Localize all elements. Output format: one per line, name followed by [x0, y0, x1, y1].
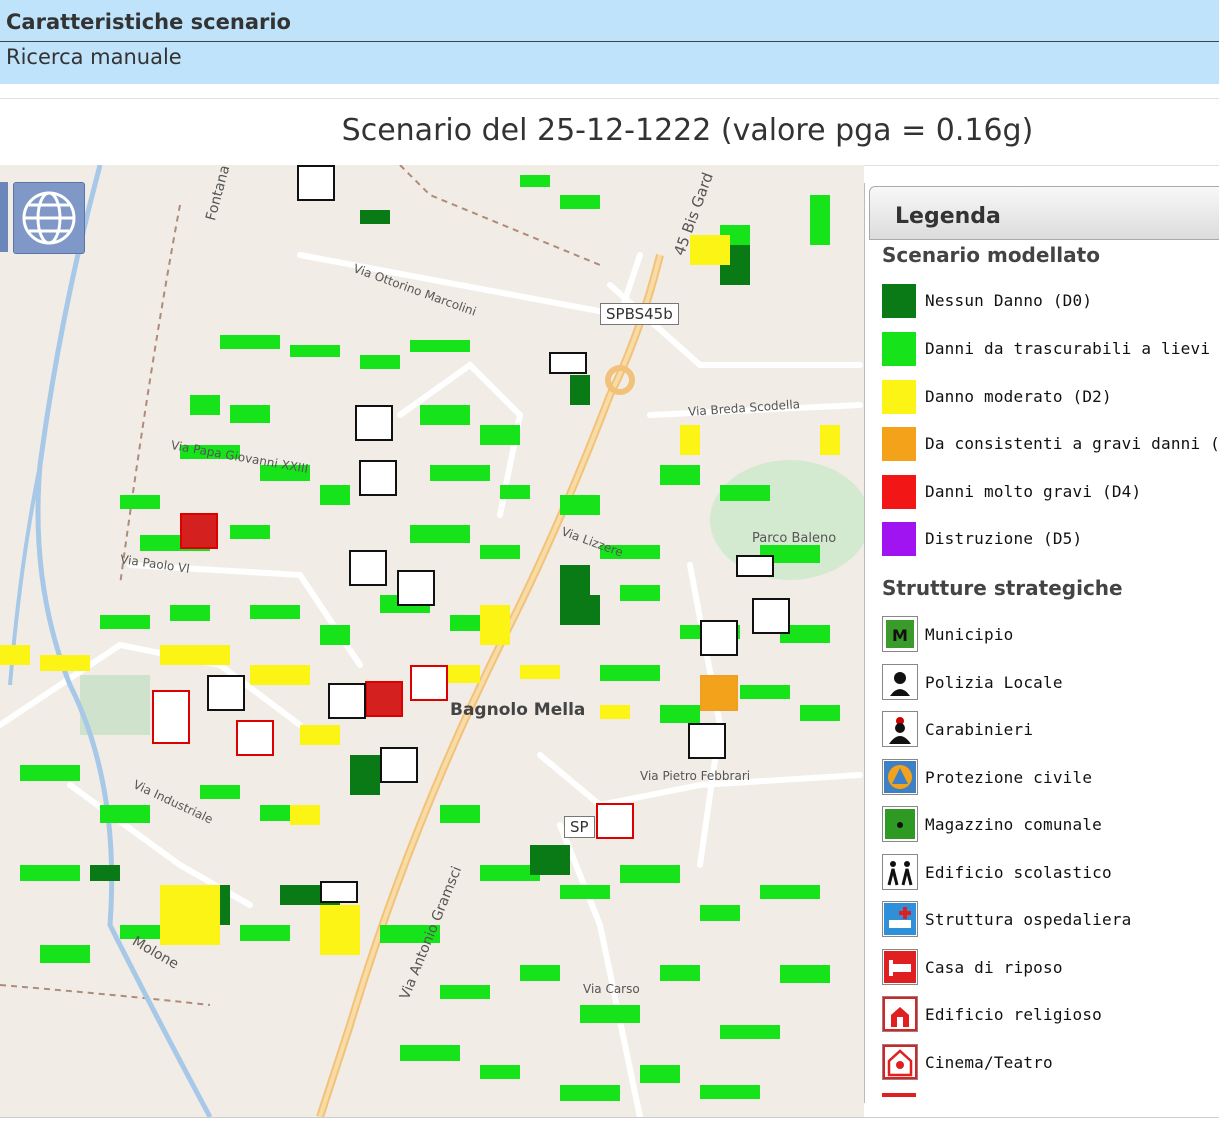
- chiesa-icon: [882, 996, 918, 1032]
- school-icon[interactable]: [700, 620, 738, 656]
- polizia-icon: [882, 664, 918, 700]
- school-icon[interactable]: [328, 683, 366, 719]
- warning-icon[interactable]: [410, 665, 448, 701]
- map-view[interactable]: Via Ottorino Marcolini Via Breda Scodell…: [0, 165, 864, 1117]
- legend-item-casa-riposo: Casa di riposo: [882, 949, 1212, 987]
- swatch-d2: [882, 380, 916, 414]
- legend-item-d4: Danni molto gravi (D4): [882, 473, 1212, 511]
- town-label: Bagnolo Mella: [450, 700, 586, 720]
- legend-item-carabinieri: Carabinieri: [882, 711, 1212, 749]
- magazzino-icon: [882, 806, 918, 842]
- road-badge: SP: [564, 816, 595, 838]
- scenario-title: Scenario del 25-12-1222 (valore pga = 0.…: [341, 113, 1034, 148]
- scuola-icon: [882, 854, 918, 890]
- manual-search-link[interactable]: Ricerca manuale: [6, 45, 182, 69]
- header-divider: [0, 41, 1219, 42]
- swatch-d1: [882, 332, 916, 366]
- casa-riposo-icon[interactable]: [180, 513, 218, 549]
- chiesa-icon[interactable]: [596, 803, 634, 839]
- scenario-bar: Scenario del 25-12-1222 (valore pga = 0.…: [0, 98, 1219, 166]
- swatch-d0: [882, 284, 916, 318]
- municipio-icon: M: [882, 616, 918, 652]
- legend-item-partial: [882, 1093, 916, 1097]
- legend-item-ospedale: Struttura ospedaliera: [882, 901, 1212, 939]
- legend-item-scuola: Edificio scolastico: [882, 854, 1212, 892]
- train-icon[interactable]: [380, 747, 418, 783]
- svg-text:M: M: [892, 626, 908, 645]
- street-label: Via Pietro Febbrari: [640, 769, 751, 783]
- school-icon[interactable]: [207, 675, 245, 711]
- legend-section-strutture: Strutture strategiche: [882, 576, 1123, 600]
- street-label: Via Carso: [583, 982, 640, 996]
- legend-item-d2: Danno moderato (D2): [882, 378, 1212, 416]
- tunnel-icon[interactable]: [320, 881, 358, 903]
- road-badge: SPBS45b: [600, 303, 679, 325]
- protezione-civile-icon: [882, 759, 918, 795]
- legend-item-d1: Danni da trascurabili a lievi (D1): [882, 330, 1219, 368]
- teatro-icon: [882, 1044, 918, 1080]
- globe-icon[interactable]: [13, 182, 85, 254]
- legend-item-chiesa: Edificio religioso: [882, 996, 1212, 1034]
- ospedale-icon: [882, 901, 918, 937]
- swatch-d4: [882, 475, 916, 509]
- legend-header[interactable]: Legenda: [869, 186, 1219, 240]
- swatch-d5: [882, 522, 916, 556]
- scenario-header: Caratteristiche scenario Ricerca manuale: [0, 0, 1219, 84]
- legend-item-teatro: Cinema/Teatro: [882, 1044, 1212, 1082]
- carabinieri-icon: [882, 711, 918, 747]
- layer-switch-tab[interactable]: [0, 182, 8, 252]
- school-icon[interactable]: [688, 723, 726, 759]
- teatro-icon[interactable]: [152, 690, 190, 744]
- legend-item-protezione: Protezione civile: [882, 759, 1212, 797]
- legend-item-d5: Distruzione (D5): [882, 520, 1212, 558]
- legend-title: Legenda: [895, 204, 1001, 229]
- header-title: Caratteristiche scenario: [6, 10, 291, 34]
- helicopter-icon[interactable]: [752, 598, 790, 634]
- chiesa-icon[interactable]: [365, 681, 403, 717]
- helicopter-icon[interactable]: [355, 405, 393, 441]
- school-icon[interactable]: [397, 570, 435, 606]
- legend-item-d0: Nessun Danno (D0): [882, 282, 1212, 320]
- legend-panel: Legenda Scenario modellato Nessun Danno …: [864, 183, 1219, 1103]
- legend-item-d3: Da consistenti a gravi danni (D3): [882, 425, 1219, 463]
- tunnel-icon[interactable]: [736, 555, 774, 577]
- helicopter-icon[interactable]: [297, 165, 335, 201]
- school-icon[interactable]: [359, 460, 397, 496]
- ospedale-icon[interactable]: [236, 720, 274, 756]
- municipio-icon[interactable]: [700, 675, 738, 711]
- carabinieri-icon[interactable]: [349, 550, 387, 586]
- legend-item-polizia: Polizia Locale: [882, 664, 1212, 702]
- legend-item-magazzino: Magazzino comunale: [882, 806, 1212, 844]
- legend-item-municipio: M Municipio: [882, 616, 1212, 654]
- street-label: Parco Baleno: [752, 531, 837, 546]
- swatch-d3: [882, 427, 916, 461]
- casa-riposo-icon: [882, 949, 918, 985]
- tunnel-icon[interactable]: [549, 352, 587, 374]
- legend-section-scenario: Scenario modellato: [882, 243, 1100, 267]
